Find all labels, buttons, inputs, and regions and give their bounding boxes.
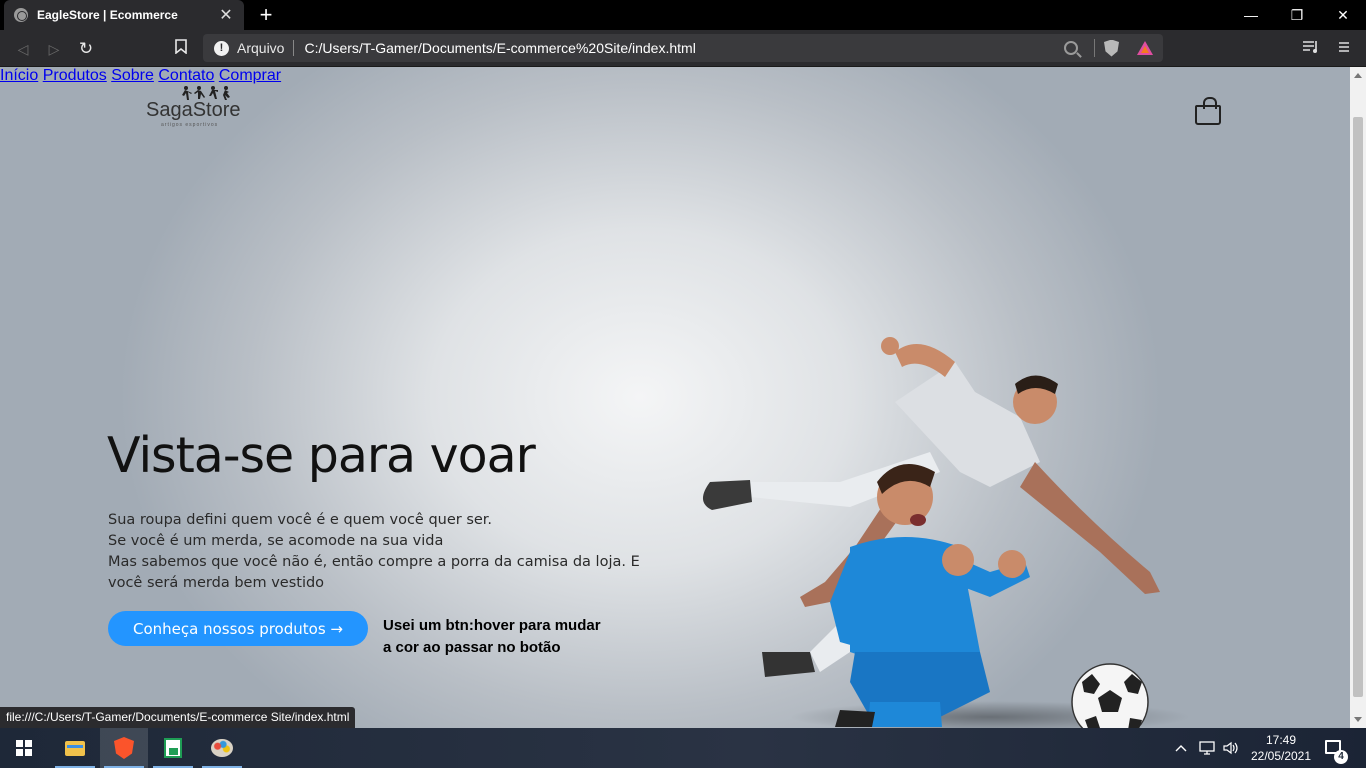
taskbar-paint[interactable] [198, 728, 246, 768]
taskbar-file-explorer[interactable] [51, 728, 99, 768]
hero-line-2: Se você é um merda, se acomode na sua vi… [108, 533, 444, 549]
address-bar[interactable]: ! Arquivo C:/Users/T-Gamer/Documents/E-c… [203, 34, 1163, 62]
brave-rewards-icon[interactable] [1137, 41, 1153, 55]
system-clock[interactable]: 17:49 22/05/2021 [1246, 732, 1316, 764]
menu-icon[interactable] [1338, 40, 1350, 56]
brave-shield-icon[interactable] [1104, 39, 1119, 57]
clock-time: 17:49 [1265, 733, 1297, 747]
nav-link-inicio[interactable]: Início [0, 67, 38, 84]
zoom-icon[interactable] [1064, 41, 1078, 55]
player-blue [830, 464, 1030, 727]
scrollbar-thumb[interactable] [1353, 117, 1363, 697]
hover-note: Usei um btn:hover para mudar a cor ao pa… [383, 617, 601, 656]
brave-browser-icon [114, 737, 134, 759]
back-icon[interactable]: ◁ [12, 38, 34, 60]
browser-tab[interactable]: EagleStore | Ecommerce ✕ [4, 0, 244, 30]
spreadsheet-icon [164, 738, 182, 758]
scroll-up-icon[interactable] [1354, 73, 1362, 78]
hero-description: Sua roupa defini quem você é e quem você… [108, 510, 648, 594]
shopping-bag-icon[interactable] [1195, 97, 1221, 125]
browser-tab-bar: EagleStore | Ecommerce ✕ + — ❐ ✕ [0, 0, 1366, 30]
globe-icon [14, 8, 28, 22]
notification-badge: 4 [1334, 750, 1348, 764]
status-bar-url: file:///C:/Users/T-Gamer/Documents/E-com… [0, 707, 356, 728]
forward-icon[interactable]: ▷ [43, 38, 65, 60]
folder-icon [65, 740, 85, 756]
maximize-button[interactable]: ❐ [1274, 0, 1320, 30]
minimize-button[interactable]: — [1228, 0, 1274, 30]
page-viewport: SagaStore artigos esportivos Início Prod… [0, 67, 1350, 728]
cta-products-button[interactable]: Conheça nossos produtos → [108, 611, 368, 646]
clock-date: 22/05/2021 [1250, 749, 1312, 763]
windows-icon [16, 740, 32, 756]
hero-title: Vista-se para voar [107, 427, 536, 484]
new-tab-button[interactable]: + [254, 3, 278, 27]
logo-text-saga: Saga [146, 99, 193, 121]
nav-link-comprar[interactable]: Comprar [219, 67, 281, 84]
url-text[interactable]: C:/Users/T-Gamer/Documents/E-commerce%20… [304, 40, 1064, 56]
network-icon[interactable] [1199, 728, 1215, 768]
page-scrollbar[interactable] [1350, 67, 1366, 728]
site-logo[interactable]: SagaStore artigos esportivos [146, 85, 241, 129]
hero-line-3: Mas sabemos que você não é, então compre… [108, 554, 640, 591]
football-players-image [702, 337, 1190, 728]
logo-text: SagaStore [146, 99, 241, 122]
volume-icon[interactable] [1223, 728, 1239, 768]
windows-taskbar: 17:49 22/05/2021 4 [0, 728, 1366, 768]
nav-link-sobre[interactable]: Sobre [111, 67, 154, 84]
toolbar-divider [1094, 39, 1095, 57]
paint-palette-icon [211, 739, 233, 757]
tab-title: EagleStore | Ecommerce [37, 8, 178, 22]
hero-line-1: Sua roupa defini quem você é e quem você… [108, 512, 493, 528]
start-button[interactable] [0, 728, 48, 768]
playlist-icon[interactable] [1303, 40, 1319, 57]
close-window-button[interactable]: ✕ [1320, 0, 1366, 30]
reload-icon[interactable]: ↻ [75, 38, 97, 60]
main-nav: Início Produtos Sobre Contato Comprar [0, 67, 1350, 85]
football-icon [1071, 663, 1149, 728]
tab-close-icon[interactable]: ✕ [218, 5, 234, 25]
nav-link-produtos[interactable]: Produtos [43, 67, 107, 84]
logo-tagline: artigos esportivos [161, 122, 219, 128]
scroll-down-icon[interactable] [1354, 717, 1362, 722]
url-divider [293, 40, 295, 56]
taskbar-brave[interactable] [100, 728, 148, 768]
url-scheme-label: Arquivo [237, 40, 285, 56]
nav-link-contato[interactable]: Contato [158, 67, 214, 84]
bookmark-icon[interactable] [170, 38, 192, 60]
tray-chevron-icon[interactable] [1175, 728, 1187, 768]
info-icon[interactable]: ! [214, 40, 229, 56]
taskbar-spreadsheet[interactable] [149, 728, 197, 768]
logo-text-store: Store [192, 99, 241, 121]
browser-toolbar: ◁ ▷ ↻ ! Arquivo C:/Users/T-Gamer/Documen… [0, 30, 1366, 67]
